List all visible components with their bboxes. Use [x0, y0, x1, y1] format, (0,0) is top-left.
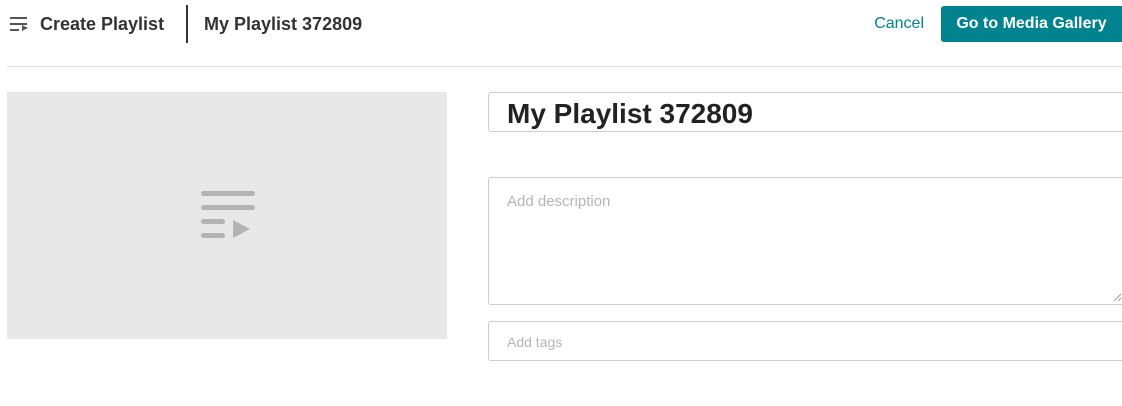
- playlist-name-heading: My Playlist 372809: [204, 14, 363, 34]
- tags-placeholder: Add tags: [507, 334, 563, 350]
- playlist-title-value[interactable]: My Playlist 372809: [507, 97, 753, 131]
- playlist-title-input[interactable]: My Playlist 372809: [488, 92, 1122, 132]
- description-placeholder: Add description: [507, 193, 611, 210]
- cancel-button[interactable]: Cancel: [874, 14, 924, 34]
- playlist-play-icon: [201, 191, 255, 238]
- create-playlist-page: Create Playlist My Playlist 372809 Cance…: [0, 0, 1122, 406]
- go-to-media-gallery-button[interactable]: Go to Media Gallery: [941, 6, 1122, 42]
- tags-input[interactable]: Add tags: [488, 321, 1122, 361]
- description-textarea[interactable]: Add description: [488, 177, 1122, 305]
- playlist-menu-icon[interactable]: [10, 16, 30, 32]
- header-separator: [7, 66, 1122, 67]
- page-title: Create Playlist: [40, 14, 165, 34]
- page-header: Create Playlist My Playlist 372809 Cance…: [0, 0, 1122, 48]
- resize-handle-icon[interactable]: [1112, 292, 1122, 302]
- header-divider: [186, 5, 188, 43]
